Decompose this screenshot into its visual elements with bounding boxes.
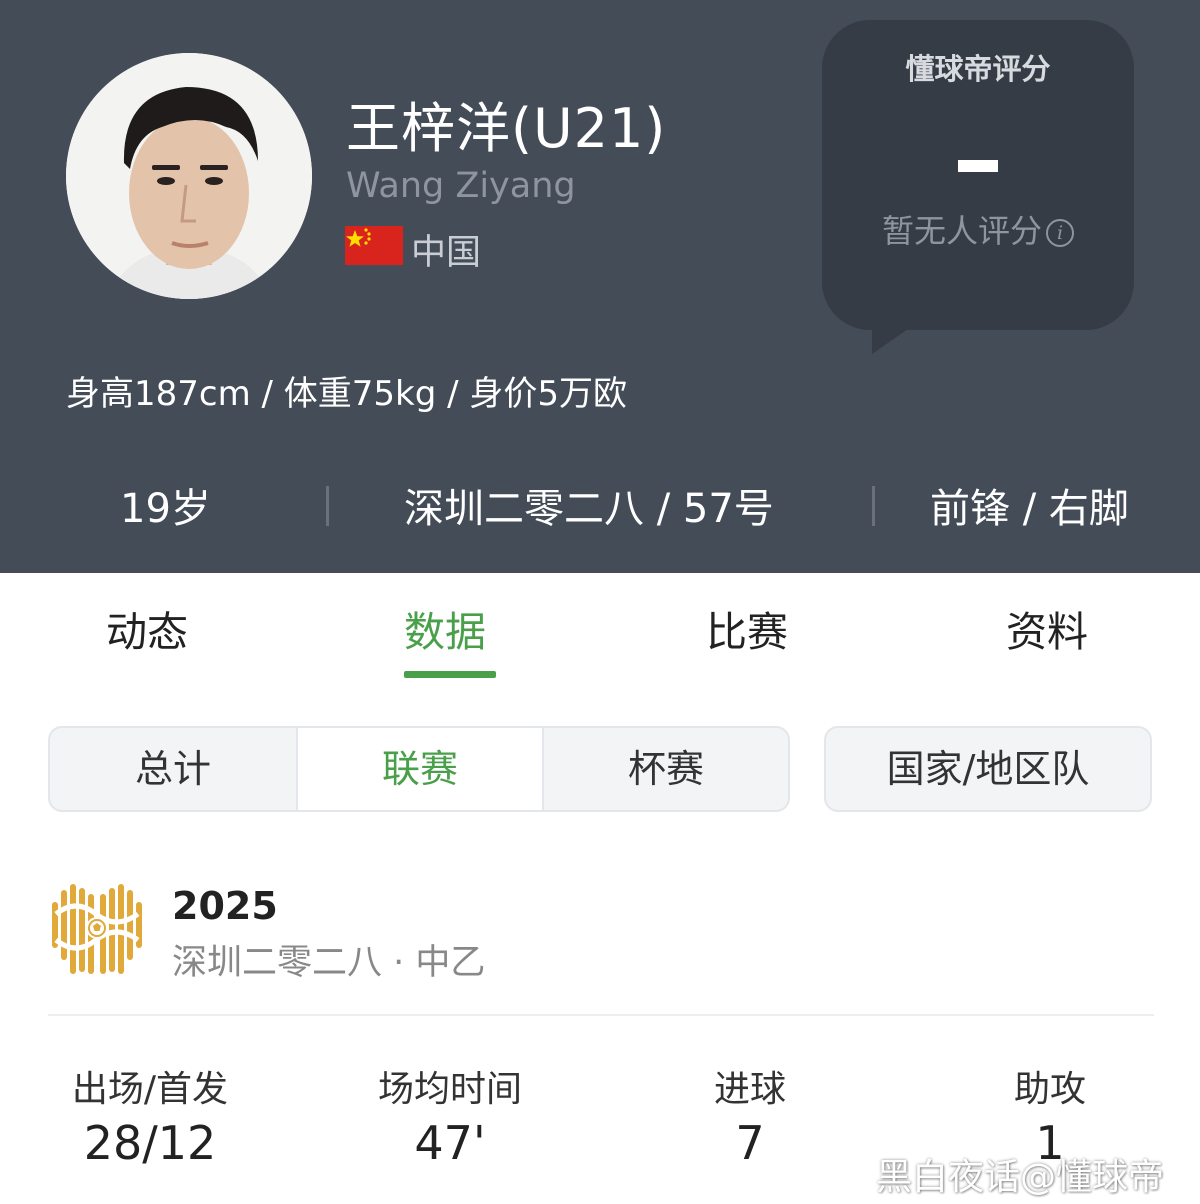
rating-bubble[interactable]: 懂球帝评分 暂无人评分 i (822, 20, 1134, 330)
stat-value-goals: 7 (735, 1116, 765, 1170)
stat-label-appearances: 出场/首发 (71, 1069, 229, 1110)
segment-cup[interactable]: 杯赛 (544, 728, 788, 810)
season-year: 2025 (172, 884, 278, 928)
stat-value-appearances: 28/12 (83, 1116, 217, 1170)
player-nationality: 中国 (411, 233, 482, 273)
national-team-button[interactable]: 国家/地区队 (826, 728, 1150, 810)
stat-value-avg-minutes: 47' (414, 1116, 486, 1170)
player-position-foot: 前锋 / 右脚 (930, 486, 1129, 532)
active-tab-indicator (404, 671, 496, 678)
player-age: 19岁 (120, 486, 211, 532)
rating-value (958, 160, 998, 172)
tab-matches[interactable]: 比赛 (706, 598, 788, 658)
rating-bubble-tail (872, 318, 924, 354)
player-english-name: Wang Ziyang (346, 166, 576, 206)
player-name: 王梓洋(U21) (346, 97, 667, 160)
rating-note-text: 暂无人评分 (881, 212, 1042, 250)
rating-title: 懂球帝评分 (905, 52, 1051, 86)
competition-type-segment: 总计 联赛 杯赛 (48, 726, 790, 812)
stat-label-goals: 进球 (713, 1069, 786, 1110)
segment-league[interactable]: 联赛 (298, 728, 542, 810)
player-header: 王梓洋(U21) Wang Ziyang 中国 懂球帝评分 暂无人评分 i 身高1… (0, 0, 1200, 573)
watermark: 黑白夜话@懂球帝 (876, 1157, 1165, 1198)
china-flag-icon (345, 226, 403, 265)
segment-total[interactable]: 总计 (50, 728, 296, 810)
stat-label-assists: 助攻 (1013, 1069, 1086, 1110)
team-league-label: 深圳二零二八 · 中乙 (172, 943, 486, 983)
tab-feed[interactable]: 动态 (106, 598, 188, 658)
info-divider (872, 486, 875, 526)
tab-data[interactable]: 数据 (404, 598, 486, 658)
player-avatar (66, 53, 312, 299)
rating-note: 暂无人评分 i (822, 206, 1134, 252)
info-divider (326, 486, 329, 526)
national-team-filter: 国家/地区队 (824, 726, 1152, 812)
player-physical: 身高187cm / 体重75kg / 身价5万欧 (66, 374, 628, 414)
club-logo-icon[interactable] (48, 880, 146, 978)
info-icon[interactable]: i (1046, 219, 1074, 247)
player-photo (66, 53, 312, 299)
tab-profile[interactable]: 资料 (1006, 598, 1088, 658)
player-club-number[interactable]: 深圳二零二八 / 57号 (404, 476, 774, 534)
section-divider (48, 1014, 1154, 1016)
player-info-row: 19岁 深圳二零二八 / 57号 前锋 / 右脚 (0, 476, 1200, 536)
stat-label-avg-minutes: 场均时间 (377, 1069, 522, 1110)
